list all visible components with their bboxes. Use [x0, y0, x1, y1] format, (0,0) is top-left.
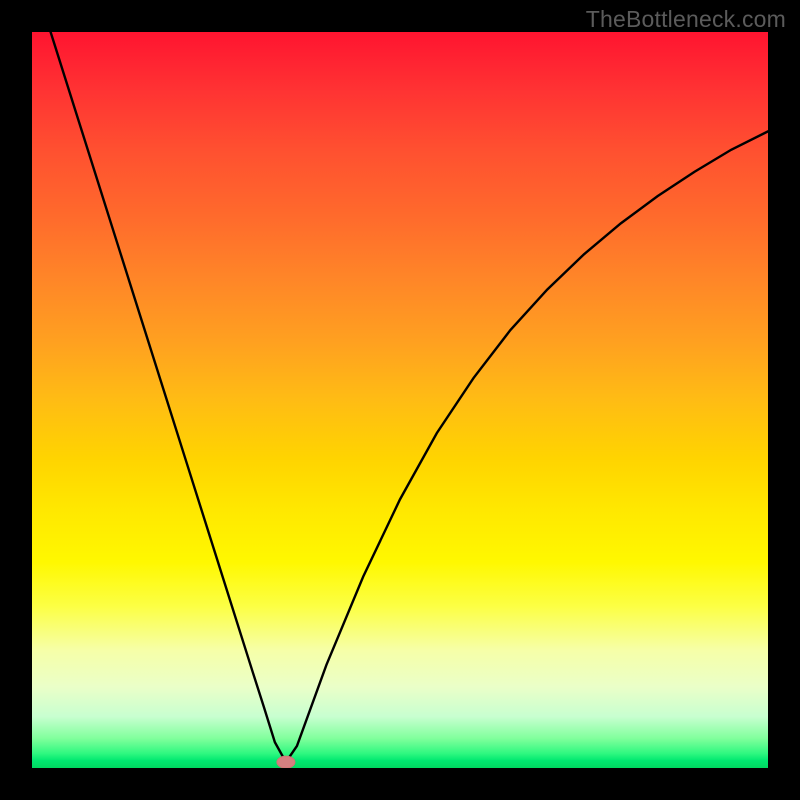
plot-area [32, 32, 768, 768]
optimal-marker [277, 756, 295, 768]
watermark-text: TheBottleneck.com [586, 6, 786, 33]
chart-svg [32, 32, 768, 768]
bottleneck-curve [32, 32, 768, 762]
